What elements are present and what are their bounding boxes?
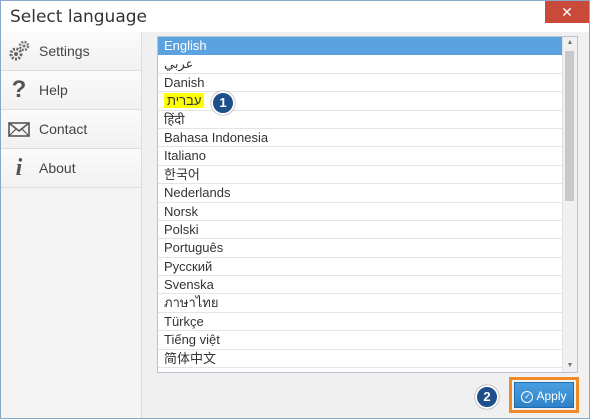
list-item[interactable]: 简体中文 [158,350,562,369]
language-label: Bahasa Indonesia [164,129,269,145]
language-label: 简体中文 [164,350,217,366]
list-item[interactable]: Norsk [158,203,562,221]
scroll-thumb[interactable] [565,51,574,201]
language-label: عربي [164,56,194,72]
language-label: Norsk [164,203,198,219]
list-item[interactable]: Русский [158,258,562,277]
gears-icon [7,39,31,63]
language-label: Italiano [164,148,206,164]
annotation-badge-1: 1 [211,91,235,115]
list-item[interactable]: 한국어 [158,166,562,185]
language-label: Nederlands [164,185,231,201]
info-icon: i [15,155,23,181]
check-circle-icon: ✓ [521,390,534,403]
list-item[interactable]: Türkçe [158,313,562,332]
language-label: हिंदी [164,111,185,127]
annotation-badge-2: 2 [475,385,499,409]
list-item[interactable]: Tiếng việt [158,331,562,350]
scroll-up-icon[interactable]: ▲ [563,37,577,49]
apply-callout-frame: ✓ Apply [509,377,579,413]
scroll-down-icon[interactable]: ▼ [563,360,577,372]
list-item[interactable]: Português [158,239,562,258]
sidebar-item-label: Contact [39,121,88,137]
list-item[interactable]: Svenska [158,276,562,295]
language-label: עברית [164,93,205,109]
language-label: Русский [164,258,213,274]
sidebar: Settings ? Help Contact i About [1,32,142,418]
list-item[interactable]: Nederlands [158,184,562,203]
sidebar-item-settings[interactable]: Settings [1,32,141,71]
sidebar-item-label: Help [39,82,68,98]
language-rows: English عربي Danish עברית हिंदी Bahasa Indone… [158,37,577,369]
language-label: 한국어 [164,166,200,182]
sidebar-item-contact[interactable]: Contact [1,110,141,149]
apply-button[interactable]: ✓ Apply [514,382,574,408]
close-button[interactable]: ✕ [545,1,589,23]
list-item[interactable]: Polski [158,221,562,240]
sidebar-item-help[interactable]: ? Help [1,71,141,110]
list-item[interactable]: Italiano [158,147,562,166]
sidebar-item-label: About [39,160,76,176]
list-item[interactable]: عربي [158,55,562,74]
language-label: Türkçe [164,313,204,329]
language-list[interactable]: English عربي Danish עברית हिंदी Bahasa Indone… [157,36,578,373]
language-label: Polski [164,221,199,237]
window-title: Select language [10,7,147,27]
list-scrollbar[interactable]: ▲ ▼ [562,37,577,372]
list-item[interactable]: Bahasa Indonesia [158,129,562,148]
list-item[interactable]: English [158,37,562,56]
select-language-dialog: Select language ✕ Settings ? Help Contac… [0,0,590,419]
language-label: Tiếng việt [164,332,220,348]
sidebar-item-about[interactable]: i About [1,149,141,188]
language-label: ภาษาไทย [164,295,219,311]
list-item[interactable]: ภาษาไทย [158,294,562,313]
apply-button-label: Apply [536,389,567,403]
language-label: Svenska [164,277,214,293]
language-label: English [164,38,207,53]
list-item[interactable]: Danish [158,74,562,93]
sidebar-item-label: Settings [39,43,90,59]
question-icon: ? [11,76,27,103]
language-label: Português [164,240,224,256]
title-bar: Select language ✕ [1,1,589,32]
envelope-icon [7,117,31,141]
language-label: Danish [164,74,205,90]
